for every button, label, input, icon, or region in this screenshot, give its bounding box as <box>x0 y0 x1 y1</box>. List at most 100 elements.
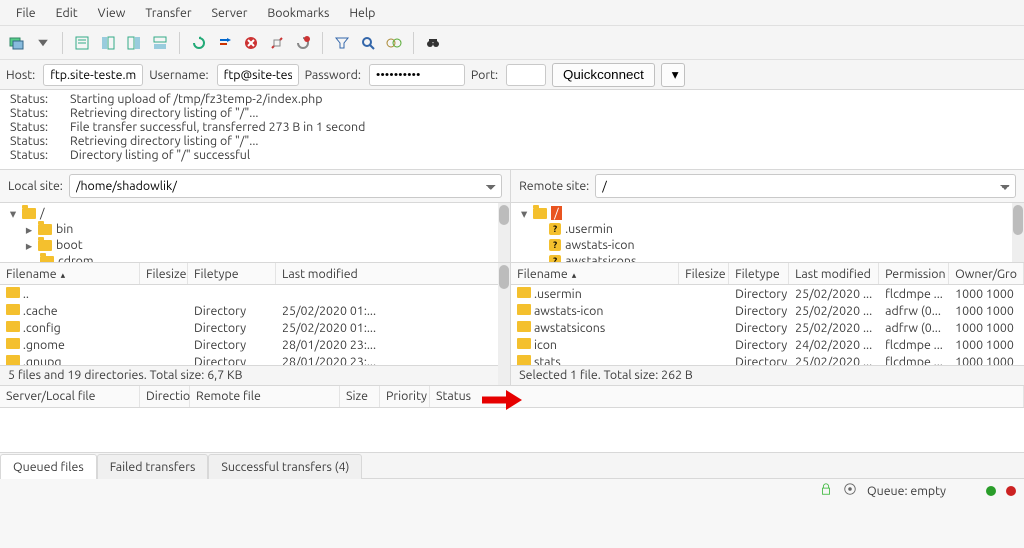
folder-icon <box>6 321 20 332</box>
log-label: Status: <box>10 134 52 148</box>
local-site-input[interactable]: /home/shadowlik/ <box>69 174 502 198</box>
menu-help[interactable]: Help <box>339 2 385 23</box>
password-label: Password: <box>305 68 361 82</box>
tree-item[interactable]: / <box>551 206 562 220</box>
password-input[interactable] <box>369 64 465 86</box>
tree-item[interactable]: awstatsicons <box>565 254 636 263</box>
tree-item[interactable]: .usermin <box>565 222 613 236</box>
list-item[interactable]: statsDirectory25/02/2020 ...flcdmpe ...1… <box>511 353 1024 365</box>
folder-icon <box>517 304 531 315</box>
folder-icon <box>6 355 20 366</box>
tree-item[interactable]: bin <box>56 222 73 236</box>
tab-successful-transfers[interactable]: Successful transfers (4) <box>208 454 362 479</box>
list-item[interactable]: .userminDirectory25/02/2020 ...flcdmpe .… <box>511 285 1024 302</box>
menu-file[interactable]: File <box>6 2 46 23</box>
site-manager-dropdown-icon[interactable] <box>32 32 54 54</box>
folder-icon <box>517 287 531 298</box>
local-tree[interactable]: ▾/ ▸bin ▸boot cdrom <box>0 203 510 263</box>
queue-status: Queue: empty <box>867 484 946 498</box>
folder-icon <box>22 208 36 219</box>
port-label: Port: <box>471 68 498 82</box>
folder-icon <box>38 224 52 235</box>
remote-filelist[interactable]: .userminDirectory25/02/2020 ...flcdmpe .… <box>511 285 1024 365</box>
remote-tree[interactable]: ▾/ ? .usermin ? awstats-icon ? awstatsic… <box>511 203 1024 263</box>
list-item[interactable]: awstatsiconsDirectory25/02/2020 ...adfrw… <box>511 319 1024 336</box>
local-filelist-header[interactable]: Filename Filesize Filetype Last modified <box>0 263 510 285</box>
local-filelist[interactable]: .. .cacheDirectory25/02/2020 01:... .con… <box>0 285 510 365</box>
toggle-queue-icon[interactable] <box>149 32 171 54</box>
menu-bookmarks[interactable]: Bookmarks <box>257 2 339 23</box>
folder-icon <box>517 338 531 349</box>
remote-pane: Remote site: / ▾/ ? .usermin ? awstats-i… <box>510 170 1024 386</box>
menu-view[interactable]: View <box>88 2 136 23</box>
binoculars-icon[interactable] <box>422 32 444 54</box>
tree-item[interactable]: / <box>40 206 45 220</box>
log-label: Status: <box>10 106 52 120</box>
menu-edit[interactable]: Edit <box>46 2 88 23</box>
unknown-icon: ? <box>549 255 561 263</box>
cancel-icon[interactable] <box>240 32 262 54</box>
list-item[interactable]: awstats-iconDirectory25/02/2020 ...adfrw… <box>511 302 1024 319</box>
quickconnect-bar: Host: Username: Password: Port: Quickcon… <box>0 60 1024 90</box>
sort-asc-icon <box>61 267 66 281</box>
tree-item[interactable]: boot <box>56 238 83 252</box>
quickconnect-button[interactable]: Quickconnect <box>552 63 655 87</box>
transfer-queue: Server/Local file Directio Remote file S… <box>0 386 1024 478</box>
list-item[interactable]: iconDirectory24/02/2020 ...flcdmpe ...10… <box>511 336 1024 353</box>
queue-header[interactable]: Server/Local file Directio Remote file S… <box>0 386 1024 408</box>
remote-filelist-header[interactable]: Filename Filesize Filetype Last modified… <box>511 263 1024 285</box>
log-label: Status: <box>10 148 52 162</box>
host-label: Host: <box>6 68 35 82</box>
tab-failed-transfers[interactable]: Failed transfers <box>97 454 209 479</box>
tree-item[interactable]: cdrom <box>58 254 94 263</box>
site-manager-icon[interactable] <box>6 32 28 54</box>
folder-icon <box>517 355 531 366</box>
remote-site-label: Remote site: <box>519 179 589 193</box>
folder-icon <box>40 256 54 264</box>
local-site-label: Local site: <box>8 179 63 193</box>
message-log[interactable]: Status: Starting upload of /tmp/fz3temp-2… <box>0 90 1024 170</box>
status-dot-red-icon <box>1006 486 1016 496</box>
log-label: Status: <box>10 120 52 134</box>
unknown-icon: ? <box>549 223 561 235</box>
disconnect-icon[interactable] <box>266 32 288 54</box>
toggle-local-tree-icon[interactable] <box>97 32 119 54</box>
quickconnect-dropdown[interactable]: ▾ <box>661 63 685 87</box>
filter-icon[interactable] <box>331 32 353 54</box>
reconnect-icon[interactable] <box>292 32 314 54</box>
port-input[interactable] <box>506 64 546 86</box>
folder-icon <box>6 338 20 349</box>
log-text: Directory listing of "/" successful <box>70 148 250 162</box>
host-input[interactable] <box>43 64 143 86</box>
toolbar <box>0 26 1024 60</box>
log-label: Status: <box>10 92 52 106</box>
search-icon[interactable] <box>357 32 379 54</box>
statusbar: Queue: empty <box>0 478 1024 502</box>
menu-server[interactable]: Server <box>202 2 258 23</box>
toggle-remote-tree-icon[interactable] <box>123 32 145 54</box>
remote-status: Selected 1 file. Total size: 262 B <box>511 365 1024 385</box>
username-label: Username: <box>149 68 208 82</box>
log-text: Starting upload of /tmp/fz3temp-2/index.… <box>70 92 322 106</box>
process-queue-icon[interactable] <box>214 32 236 54</box>
log-text: Retrieving directory listing of "/"... <box>70 134 258 148</box>
folder-icon <box>6 304 20 315</box>
unknown-icon: ? <box>549 239 561 251</box>
toggle-log-icon[interactable] <box>71 32 93 54</box>
refresh-icon[interactable] <box>188 32 210 54</box>
compare-icon[interactable] <box>383 32 405 54</box>
local-pane: Local site: /home/shadowlik/ ▾/ ▸bin ▸bo… <box>0 170 510 386</box>
remote-site-input[interactable]: / <box>595 174 1016 198</box>
queue-indicator-icon[interactable] <box>843 482 857 499</box>
local-status: 5 files and 19 directories. Total size: … <box>0 365 510 385</box>
queue-body[interactable] <box>0 408 1024 452</box>
menu-transfer[interactable]: Transfer <box>135 2 201 23</box>
sort-asc-icon <box>572 267 577 281</box>
tab-queued-files[interactable]: Queued files <box>0 454 97 479</box>
tree-item[interactable]: awstats-icon <box>565 238 634 252</box>
folder-icon <box>6 287 20 298</box>
username-input[interactable] <box>217 64 299 86</box>
log-text: File transfer successful, transferred 27… <box>70 120 365 134</box>
encryption-icon[interactable] <box>819 482 833 499</box>
folder-icon <box>517 321 531 332</box>
